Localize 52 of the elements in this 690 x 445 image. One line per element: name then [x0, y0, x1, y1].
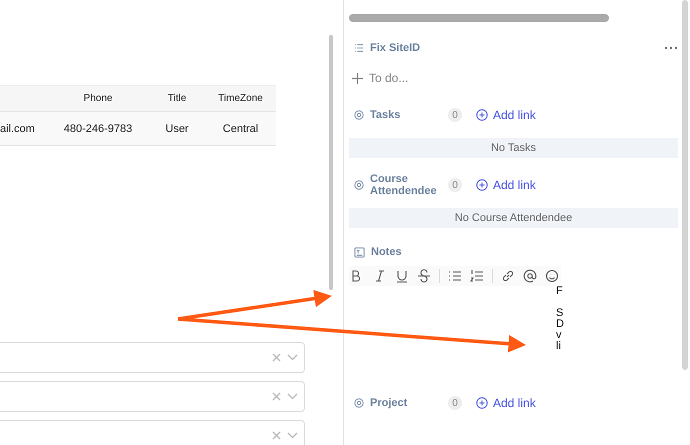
plus-circle-icon: [476, 179, 488, 191]
clear-icon[interactable]: [272, 431, 281, 440]
mention-icon[interactable]: [523, 269, 537, 283]
circle-icon: [354, 398, 364, 408]
column-header: Title: [166, 93, 188, 104]
empty-message: No Course Attendendee: [349, 208, 678, 228]
add-link[interactable]: Add link: [476, 108, 678, 122]
plus-circle-icon: [476, 397, 488, 409]
todo-placeholder[interactable]: To do...: [369, 71, 408, 85]
card-title: Fix SiteID: [370, 42, 420, 54]
circle-icon: [354, 110, 364, 120]
section-label: Course Attendendee: [370, 173, 438, 197]
plus-icon[interactable]: [352, 72, 363, 84]
section-label: Project: [370, 397, 408, 409]
clear-icon[interactable]: [272, 392, 281, 401]
clear-icon[interactable]: [272, 353, 281, 362]
chevron-down-icon[interactable]: [287, 354, 298, 361]
add-link[interactable]: Add link: [476, 396, 678, 410]
section-label: Tasks: [370, 109, 402, 121]
select-field[interactable]: [0, 342, 305, 373]
column-header: Phone: [82, 93, 114, 104]
select-field[interactable]: [0, 381, 305, 412]
section-label: Notes: [371, 246, 402, 258]
count-badge: 0: [448, 396, 462, 410]
table-cell-text: ail.com: [0, 122, 36, 134]
italic-icon[interactable]: [373, 269, 387, 283]
scrollbar[interactable]: [349, 14, 609, 22]
plus-circle-icon: [476, 109, 488, 121]
count-badge: 0: [448, 178, 462, 192]
add-link[interactable]: Add link: [476, 178, 678, 192]
notes-icon: [354, 246, 365, 258]
table-cell-text: Central: [222, 122, 260, 134]
checklist-icon: [354, 43, 364, 53]
chevron-down-icon[interactable]: [287, 393, 298, 400]
select-field[interactable]: [0, 420, 305, 445]
table-cell-text: 480-246-9783: [62, 122, 134, 134]
chevron-down-icon[interactable]: [287, 432, 298, 439]
bullet-list-icon[interactable]: [448, 269, 462, 283]
underline-icon[interactable]: [395, 269, 409, 283]
scrollbar[interactable]: [682, 0, 688, 370]
more-icon[interactable]: [664, 46, 678, 50]
link-icon[interactable]: [501, 269, 515, 283]
strikethrough-icon[interactable]: [417, 269, 431, 283]
emoji-icon[interactable]: [545, 269, 559, 283]
scrollbar[interactable]: [329, 35, 333, 290]
circle-icon: [354, 180, 364, 190]
numbered-list-icon[interactable]: [470, 269, 484, 283]
table-cell-text: User: [164, 122, 190, 134]
empty-message: No Tasks: [349, 138, 678, 158]
column-header: TimeZone: [217, 93, 264, 104]
count-badge: 0: [448, 108, 462, 122]
note-text[interactable]: F S D v li: [556, 286, 564, 376]
